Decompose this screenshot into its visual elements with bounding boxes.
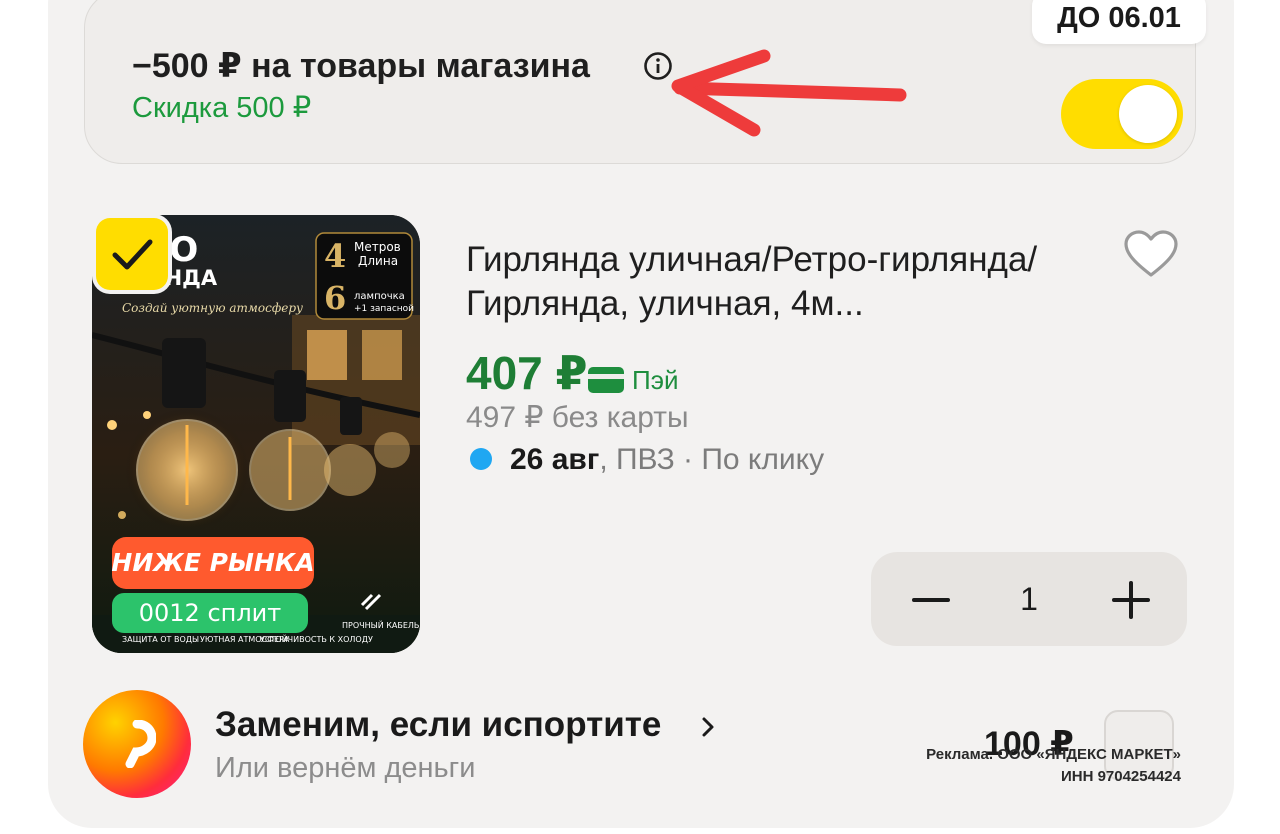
protection-title[interactable]: Заменим, если испортите [215,705,661,745]
delivery-details: , ПВЗ · По клику [599,443,825,476]
feature-label: УСТОЙЧИВОСТЬ К ХОЛОДУ [260,633,373,644]
delivery-info: 26 авг, ПВЗ · По клику [470,443,824,477]
promo-title: −500 ₽ на товары магазина [132,47,590,85]
ad-line-2: ИНН 9704254424 [1060,768,1181,785]
select-item-checkbox[interactable] [96,218,168,290]
image-bulbs-label-1: лампочка [354,291,405,302]
promo-discount-label: Скидка 500 ₽ [132,92,312,124]
promo-toggle[interactable] [1061,79,1183,149]
quantity-value: 1 [1020,581,1038,617]
decrease-quantity-button[interactable] [873,552,983,646]
price-without-card: 497 ₽ без карты [466,401,689,434]
split-badge: 0012 сплит [139,599,282,627]
delivery-date: 26 авг [510,443,600,476]
image-length-label-1: Метров [354,240,401,254]
promo-deadline-badge: ДО 06.01 [1032,0,1206,44]
card-price: 407 ₽ [466,347,588,399]
protection-subtitle: Или вернём деньги [215,752,476,784]
market-logo-icon [83,690,191,798]
annotation-arrow-icon [671,49,907,137]
product-title[interactable]: Гирлянда уличная/Ретро-гирлянда/Гирлянда… [466,238,1106,326]
feature-label: ЗАЩИТА ОТ ВОДЫ [122,635,199,644]
ad-line-1: Реклама. ООО «ЯНДЕКС МАРКЕТ» [926,746,1181,763]
checkmark-icon [112,239,153,270]
delivery-dot-icon [470,448,492,470]
chevron-right-icon[interactable] [700,716,716,738]
increase-quantity-button[interactable] [1075,552,1185,646]
heart-icon[interactable] [1122,228,1180,280]
image-length-number: 4 [324,237,346,275]
ad-disclaimer: Реклама. ООО «ЯНДЕКС МАРКЕТ» ИНН 9704254… [870,744,1181,788]
pay-card-icon [588,367,624,393]
image-tagline: Создай уютную атмосферу [122,301,303,315]
pay-label: Пэй [632,365,679,395]
image-bulbs-label-2: +1 запасной [354,304,414,314]
quantity-stepper: 1 [871,552,1187,646]
below-market-badge: НИЖЕ РЫНКА [111,548,314,577]
image-length-label-2: Длина [358,254,398,268]
toggle-knob [1119,85,1177,143]
feature-label: ПРОЧНЫЙ КАБЕЛЬ И НАДЕЖНЫЕ ПАТРОНЫ [342,619,420,630]
image-bulbs-number: 6 [324,279,346,317]
